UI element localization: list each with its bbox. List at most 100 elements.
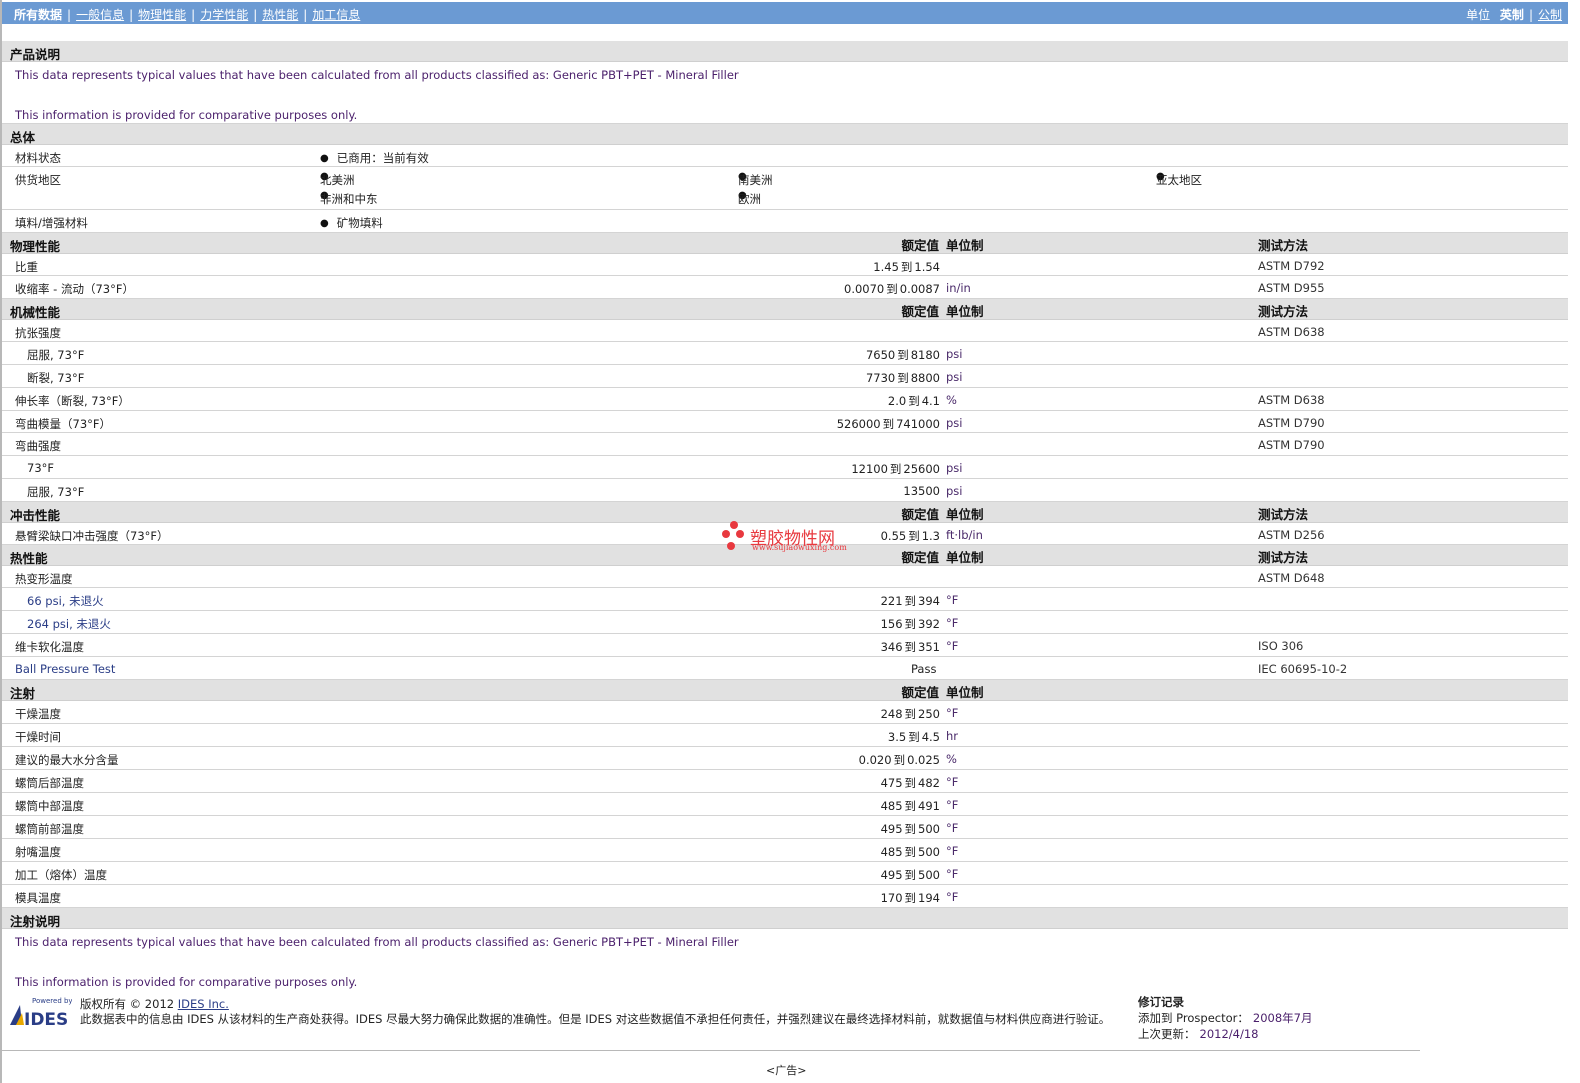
top-nav: 所有数据 | 一般信息 | 物理性能 | 力学性能 | 热性能 | 加工信息 单位 英制 | 公制 (2, 2, 1568, 24)
value-range: 2.0 到 4.1 (888, 393, 940, 409)
injection-row: 螺筒后部温度 475 到 482 °F (2, 770, 1568, 793)
section-general: 总体 (2, 124, 1568, 145)
row-label: 模具温度 (15, 891, 61, 905)
section-injection: 注射 额定值 单位制 (2, 680, 1568, 701)
value-high: 194 (918, 891, 940, 905)
row-label: 螺筒后部温度 (15, 776, 84, 790)
header-test: 测试方法 (1258, 550, 1309, 565)
row-label: 抗张强度 (15, 326, 61, 340)
value-unit: ft·lb/in (946, 528, 983, 542)
injection-row: 加工（熔体）温度 495 到 500 °F (2, 862, 1568, 885)
row-label: 填料/增强材料 (15, 216, 88, 230)
region-text: 欧洲 (738, 192, 761, 206)
unit-switch: 单位 英制 | 公制 (1466, 6, 1562, 23)
row-tensile-break: 断裂, 73°F 7730 到 8800 psi (2, 365, 1568, 388)
row-label: 加工（熔体）温度 (15, 868, 107, 882)
section-title: 产品说明 (10, 47, 61, 62)
value-to: 到 (897, 348, 909, 362)
section-title: 热性能 (10, 551, 48, 566)
section-title: 机械性能 (10, 305, 61, 320)
value-high: 4.1 (921, 394, 940, 408)
value-range: 0.0070 到 0.0087 (844, 281, 940, 297)
value-range: 12100 到 25600 (851, 461, 940, 477)
value-range: 485 到 500 (881, 844, 940, 860)
row-label: 屈服, 73°F (27, 485, 85, 499)
revision-updated: 上次更新： 2012/4/18 (1138, 1026, 1312, 1042)
value-to: 到 (904, 868, 917, 882)
row-label: 螺筒前部温度 (15, 822, 84, 836)
value-unit: % (946, 752, 957, 766)
value-to: 到 (904, 822, 917, 836)
description-line: This information is provided for compara… (15, 108, 358, 122)
value-to: 到 (904, 617, 917, 631)
header-test: 测试方法 (1258, 238, 1309, 253)
value-range: 156 到 392 (881, 616, 940, 632)
nav-thermal[interactable]: 热性能 (262, 8, 298, 22)
datasheet-table: 产品说明 This data represents typical values… (2, 41, 1568, 991)
header-nominal: 额定值 (901, 238, 939, 253)
logo-text: IDES (24, 1010, 68, 1027)
value-high: 394 (918, 594, 940, 608)
nav-processing[interactable]: 加工信息 (312, 8, 360, 22)
header-unit: 单位制 (946, 238, 984, 253)
watermark-dots-icon (722, 521, 744, 550)
unit-metric[interactable]: 公制 (1538, 8, 1562, 22)
section-mechanical: 机械性能 额定值 单位制 测试方法 (2, 299, 1568, 320)
value-low: 495 (880, 868, 903, 882)
nav-general-info[interactable]: 一般信息 (76, 8, 124, 22)
company-link[interactable]: IDES Inc. (178, 997, 229, 1011)
header-test: 测试方法 (1258, 507, 1309, 522)
nav-separator: | (129, 8, 134, 22)
nav-physical[interactable]: 物理性能 (138, 8, 186, 22)
value-high: 741000 (896, 417, 940, 431)
row-label: 比重 (15, 260, 38, 274)
value-range: 495 到 500 (881, 867, 940, 883)
header-unit: 单位制 (946, 304, 984, 319)
value-low: 0.0070 (844, 282, 885, 296)
injection-row: 模具温度 170 到 194 °F (2, 885, 1568, 908)
value-unit: °F (946, 639, 959, 653)
nav-mechanical[interactable]: 力学性能 (200, 8, 248, 22)
nav-all-data[interactable]: 所有数据 (14, 8, 62, 22)
unit-label: 单位 (1466, 8, 1491, 22)
header-unit: 单位制 (946, 550, 984, 565)
value-low: 248 (880, 707, 903, 721)
injection-row: 干燥温度 248 到 250 °F (2, 701, 1568, 724)
value-high: 351 (918, 640, 940, 654)
row-tensile-yield: 屈服, 73°F 7650 到 8180 psi (2, 342, 1568, 365)
description-line: This data represents typical values that… (15, 935, 739, 949)
test-method: ASTM D648 (1258, 571, 1325, 585)
ad-label: <广告> (766, 1064, 807, 1077)
nav-separator: | (253, 8, 258, 22)
value-low: 170 (880, 891, 903, 905)
section-title: 冲击性能 (10, 508, 61, 523)
section-physical: 物理性能 额定值 单位制 测试方法 (2, 233, 1568, 254)
value-range: 495 到 500 (881, 821, 940, 837)
value-to: 到 (889, 462, 902, 476)
row-tensile-strength: 抗张强度 ASTM D638 (2, 320, 1568, 342)
value-low: 485 (880, 799, 903, 813)
value-low: 1.45 (873, 260, 899, 274)
revision-title: 修订记录 (1138, 995, 1184, 1009)
row-label: 干燥时间 (15, 730, 61, 744)
status-value: ● 已商用：当前有效 (320, 150, 429, 166)
value-to: 到 (904, 707, 917, 721)
test-method: ASTM D256 (1258, 528, 1325, 542)
row-shrinkage: 收缩率 - 流动（73°F） 0.0070 到 0.0087 in/in ASTM … (2, 276, 1568, 299)
value-range: 7730 到 8800 (866, 370, 940, 386)
header-test: 测试方法 (1258, 304, 1309, 319)
product-description: This data represents typical values that… (2, 62, 1568, 124)
unit-english[interactable]: 英制 (1500, 8, 1524, 22)
value-low: 221 (880, 594, 903, 608)
region-text: 北美洲 (320, 173, 355, 187)
value-unit: psi (946, 370, 963, 384)
value-low: 0.020 (858, 753, 892, 767)
row-label: 射嘴温度 (15, 845, 61, 859)
updated-value: 2012/4/18 (1199, 1027, 1259, 1041)
nav-separator: | (67, 8, 72, 22)
row-specific-gravity: 比重 1.45 到 1.54 ASTM D792 (2, 254, 1568, 276)
value-range: 346 到 351 (881, 639, 940, 655)
value-unit: °F (946, 844, 959, 858)
injection-rows: 干燥温度 248 到 250 °F 干燥时间 3.5 到 4.5 hr 建议的最大水分含量 0.020… (2, 701, 1568, 908)
watermark-logo: 塑胶物性网 www.sujiaowuxing.com (720, 520, 860, 556)
